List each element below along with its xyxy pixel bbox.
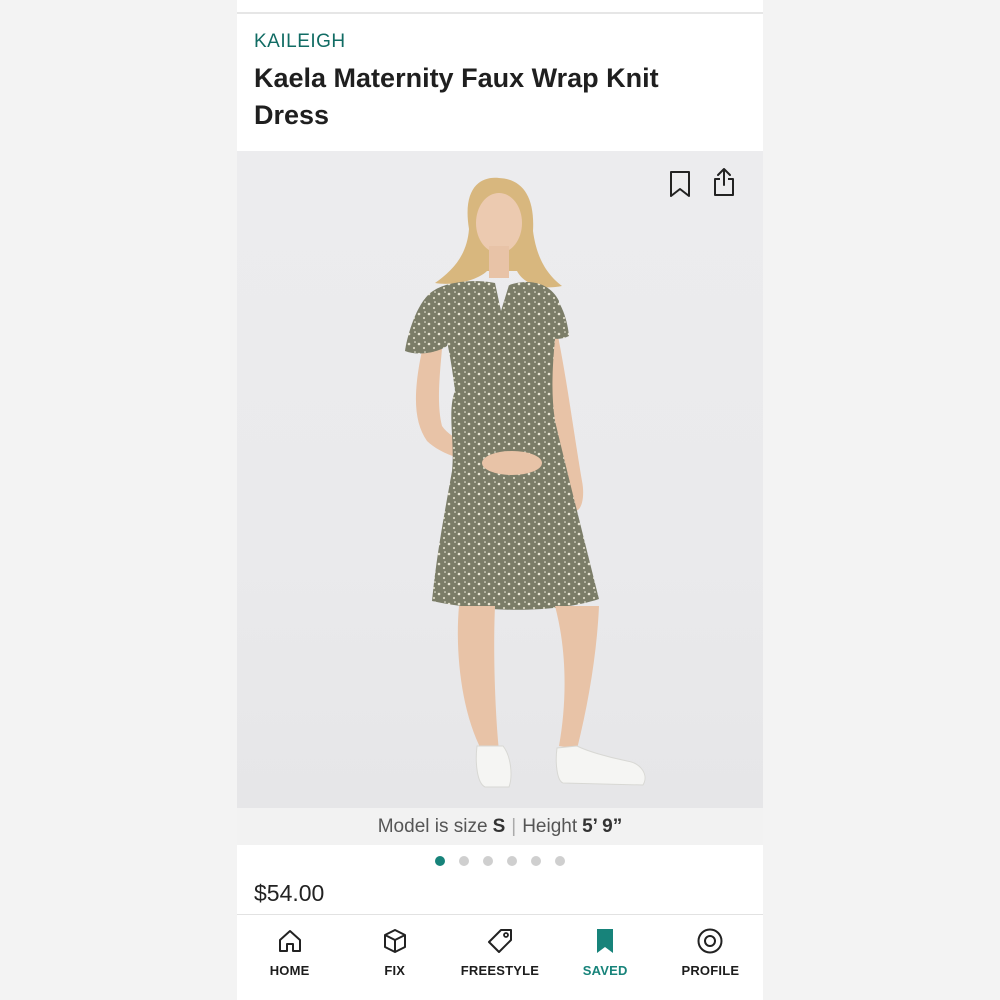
carousel-dot[interactable] bbox=[483, 856, 493, 866]
tab-home-label: HOME bbox=[269, 963, 310, 978]
model-size-value: S bbox=[492, 815, 506, 837]
carousel-dot[interactable] bbox=[531, 856, 541, 866]
bottom-tab-bar: HOME FIX FREESTYLE SAVED PROFILE bbox=[237, 914, 763, 1000]
share-button[interactable] bbox=[709, 165, 739, 199]
tab-saved-label: SAVED bbox=[582, 963, 628, 978]
bookmark-outline-icon bbox=[670, 171, 690, 197]
carousel-dot[interactable] bbox=[459, 856, 469, 866]
model-size-caption: Model is size S | Height 5’ 9” bbox=[237, 808, 763, 845]
tag-icon bbox=[487, 929, 512, 953]
carousel-dot[interactable] bbox=[435, 856, 445, 866]
tab-saved[interactable]: SAVED bbox=[555, 927, 655, 978]
brand-name[interactable]: KAILEIGH bbox=[254, 31, 346, 53]
carousel-dot[interactable] bbox=[507, 856, 517, 866]
tab-freestyle[interactable]: FREESTYLE bbox=[450, 927, 550, 978]
right-backdrop bbox=[763, 0, 1000, 1000]
tab-fix-label: FIX bbox=[384, 963, 406, 978]
tab-fix[interactable]: FIX bbox=[345, 927, 445, 978]
box-icon bbox=[383, 929, 406, 953]
caption-prefix: Model is size bbox=[377, 815, 488, 837]
left-backdrop bbox=[0, 0, 237, 1000]
model-photo-illustration bbox=[405, 177, 646, 788]
product-price: $54.00 bbox=[254, 880, 325, 906]
tab-home[interactable]: HOME bbox=[240, 927, 340, 978]
tab-profile-label: PROFILE bbox=[681, 963, 740, 978]
height-label: Height bbox=[522, 815, 578, 837]
tab-profile[interactable]: PROFILE bbox=[660, 927, 760, 978]
carousel-dots bbox=[237, 856, 763, 870]
product-title: Kaela Maternity Faux Wrap Knit Dress bbox=[254, 63, 659, 130]
profile-circle-icon bbox=[697, 928, 723, 954]
model-height-value: 5’ 9” bbox=[582, 815, 623, 837]
product-photo[interactable] bbox=[237, 151, 763, 808]
save-to-list-button[interactable] bbox=[665, 167, 695, 201]
house-icon bbox=[278, 930, 301, 952]
caption-separator: | bbox=[511, 815, 517, 837]
product-screen: KAILEIGH Kaela Maternity Faux Wrap Knit … bbox=[237, 0, 763, 1000]
tab-freestyle-label: FREESTYLE bbox=[460, 963, 540, 978]
carousel-dot[interactable] bbox=[555, 856, 565, 866]
bookmark-filled-icon bbox=[597, 929, 614, 953]
share-icon bbox=[714, 168, 734, 196]
top-divider bbox=[237, 12, 763, 14]
